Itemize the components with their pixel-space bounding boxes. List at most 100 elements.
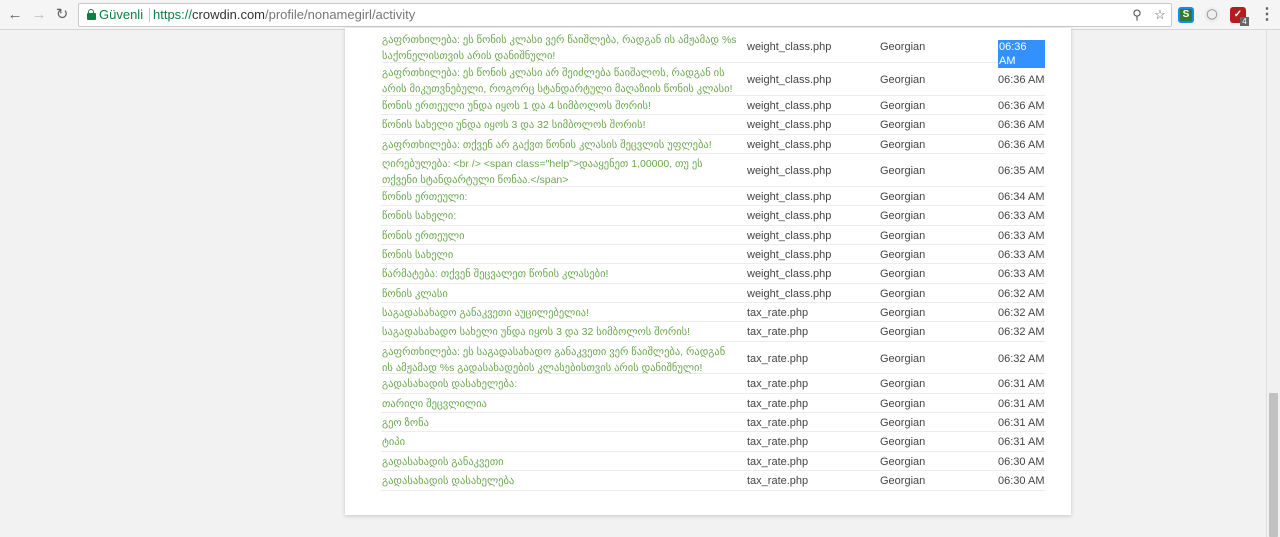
string-link[interactable]: წონის სახელი [382,247,738,263]
string-link[interactable]: საგადასახადო განაკვეთი აუცილებელია! [382,305,738,321]
activity-row: ღირებულება: <br /> <span class="help">და… [381,154,1045,187]
file-name: weight_class.php [747,100,832,112]
file-name: weight_class.php [747,191,832,203]
activity-row: საგადასახადო სახელი უნდა იყოს 3 და 32 სი… [381,322,1045,342]
string-link[interactable]: წონის ერთეული უნდა იყოს 1 და 4 სიმბოლოს … [382,98,738,114]
activity-card: გაფრთხილება: ეს წონის კლასი ვერ წაიშლება… [345,28,1071,515]
language-label: Georgian [880,378,926,390]
timestamp: 06:34 AM [998,191,1045,203]
forward-arrow-icon[interactable]: → [30,6,48,24]
url-host: crowdin.com [192,7,265,22]
language-label: Georgian [880,436,926,448]
timestamp: 06:32 AM [998,326,1045,338]
activity-row: წონის კლასი weight_class.php Georgian 06:32… [381,284,1045,303]
back-arrow-icon[interactable]: ← [6,6,24,24]
file-name: tax_rate.php [747,456,809,468]
activity-row: წონის სახელი: weight_class.php Georgian 06:… [381,206,1045,226]
language-label: Georgian [880,353,926,365]
language-label: Georgian [880,230,926,242]
string-link[interactable]: წარმატება: თქვენ შეცვალეთ წონის კლასები! [382,266,738,282]
extension-s-icon[interactable]: S [1178,7,1194,23]
file-name: tax_rate.php [747,326,809,338]
string-link[interactable]: გადასახადის განაკვეთი [382,454,738,470]
reload-icon[interactable]: ↻ [53,6,71,24]
url-scheme: https:// [153,7,193,22]
timestamp: 06:31 AM [998,417,1045,429]
activity-row: გადასახადის დასახელება: tax_rate.php Georg… [381,374,1045,394]
activity-row: წონის ერთეული უნდა იყოს 1 და 4 სიმბოლოს … [381,96,1045,115]
string-link[interactable]: გაფრთხილება: ეს საგადასახადო განაკვეთი ვ… [382,344,738,376]
language-label: Georgian [880,307,926,319]
file-name: weight_class.php [747,268,832,280]
string-link[interactable]: წონის კლასი [382,286,738,302]
string-link[interactable]: გაფრთხილება: თქვენ არ გაქვთ წონის კლასის… [382,137,738,153]
language-label: Georgian [880,41,926,53]
menu-dots-icon[interactable]: ⋮ [1259,6,1275,24]
language-label: Georgian [880,268,926,280]
timestamp: 06:33 AM [998,249,1045,261]
timestamp: 06:33 AM [998,268,1045,280]
file-name: tax_rate.php [747,475,809,487]
language-label: Georgian [880,475,926,487]
zoom-icon[interactable]: ⚲ [1129,7,1145,23]
file-name: weight_class.php [747,210,832,222]
file-name: weight_class.php [747,230,832,242]
activity-row: გადასახადის დასახელება tax_rate.php Georgi… [381,471,1045,491]
file-name: weight_class.php [747,41,832,53]
file-name: tax_rate.php [747,398,809,410]
string-link[interactable]: წონის სახელი უნდა იყოს 3 და 32 სიმბოლოს … [382,117,738,133]
string-link[interactable]: გადასახადის დასახელება [382,473,738,489]
activity-row: გაფრთხილება: ეს წონის კლასი ვერ წაიშლება… [381,30,1045,68]
language-label: Georgian [880,210,926,222]
timestamp: 06:30 AM [998,475,1045,487]
timestamp: 06:32 AM [998,307,1045,319]
string-link[interactable]: გაფრთხილება: ეს წონის კლასი ვერ წაიშლება… [382,32,738,64]
activity-row: წონის ერთეული: weight_class.php Georgian 06… [381,187,1045,206]
file-name: tax_rate.php [747,307,809,319]
extension-badge: 4 [1240,17,1249,26]
url-text[interactable]: https://crowdin.com/profile/nonamegirl/a… [153,7,415,23]
address-bar[interactable]: Güvenli https://crowdin.com/profile/nona… [78,3,1172,27]
string-link[interactable]: გაფრთხილება: ეს წონის კლასი არ შეიძლება … [382,65,738,97]
bookmark-star-icon[interactable]: ☆ [1152,7,1168,23]
string-link[interactable]: გეო ზონა [382,415,738,431]
timestamp: 06:31 AM [998,436,1045,448]
file-name: weight_class.php [747,288,832,300]
scrollbar-thumb[interactable] [1269,393,1278,537]
string-link[interactable]: ტიპი [382,434,738,450]
activity-row: გეო ზონა tax_rate.php Georgian 06:31 AM [381,413,1045,432]
activity-row: გაფრთხილება: თქვენ არ გაქვთ წონის კლასის… [381,135,1045,154]
timestamp: 06:33 AM [998,210,1045,222]
timestamp: 06:31 AM [998,378,1045,390]
browser-toolbar: ← → ↻ Güvenli https://crowdin.com/profil… [0,0,1280,30]
activity-row: წონის ერთეული weight_class.php Georgian 06:… [381,226,1045,245]
timestamp: 06:33 AM [998,230,1045,242]
string-link[interactable]: წონის ერთეული [382,228,738,244]
omnibox-separator [149,8,150,22]
language-label: Georgian [880,191,926,203]
timestamp: 06:32 AM [998,353,1045,365]
file-name: tax_rate.php [747,378,809,390]
string-link[interactable]: თარიღი შეცვლილია [382,396,738,412]
string-link[interactable]: საგადასახადო სახელი უნდა იყოს 3 და 32 სი… [382,324,738,340]
language-label: Georgian [880,326,926,338]
string-link[interactable]: წონის ერთეული: [382,189,738,205]
string-link[interactable]: გადასახადის დასახელება: [382,376,738,392]
activity-row: გაფრთხილება: ეს წონის კლასი არ შეიძლება … [381,63,1045,96]
page-scrollbar[interactable] [1266,30,1280,537]
timestamp: 06:30 AM [998,456,1045,468]
language-label: Georgian [880,119,926,131]
string-link[interactable]: ღირებულება: <br /> <span class="help">და… [382,156,738,188]
language-label: Georgian [880,74,926,86]
string-link[interactable]: წონის სახელი: [382,208,738,224]
file-name: weight_class.php [747,249,832,261]
activity-row: ტიპი tax_rate.php Georgian 06:31 AM [381,432,1045,452]
file-name: tax_rate.php [747,417,809,429]
file-name: weight_class.php [747,74,832,86]
timestamp: 06:36 AM [998,74,1045,86]
page-content: გაფრთხილება: ეს წონის კლასი ვერ წაიშლება… [0,28,1266,537]
url-path: /profile/nonamegirl/activity [265,7,416,22]
privacy-shield-icon[interactable]: ◯ [1204,7,1220,23]
file-name: tax_rate.php [747,353,809,365]
activity-row: წონის სახელი weight_class.php Georgian 06:3… [381,245,1045,264]
